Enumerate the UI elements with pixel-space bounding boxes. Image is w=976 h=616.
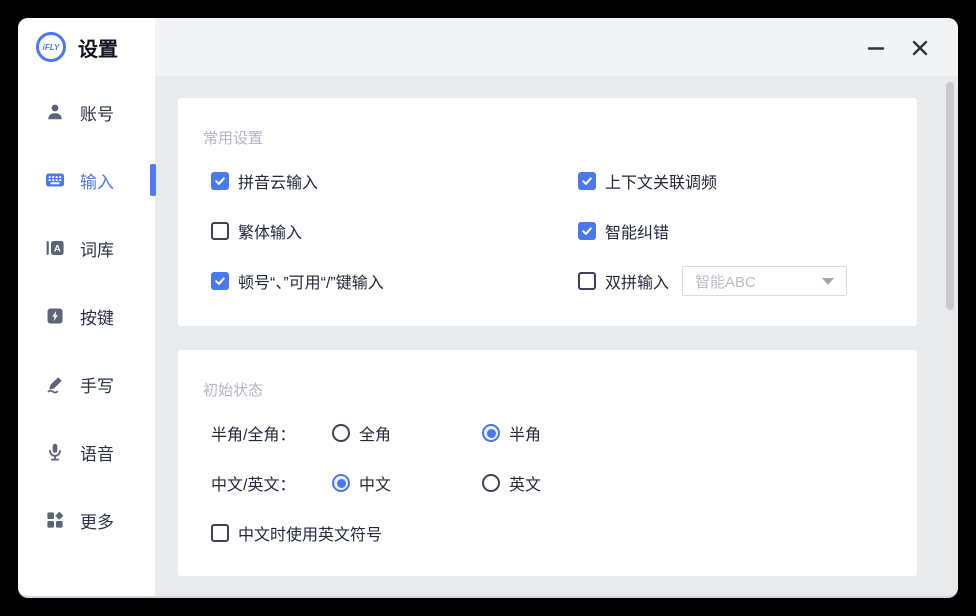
radio-unselected-icon: [332, 424, 350, 442]
radio-selected-icon: [332, 474, 350, 492]
shuangpin-scheme-dropdown[interactable]: 智能ABC: [682, 266, 847, 296]
checkbox-checked-icon: [578, 172, 596, 190]
sidebar: iFLY 设置 账号: [18, 18, 155, 596]
sidebar-item-label: 手写: [80, 372, 114, 397]
checkbox-pinyin-cloud[interactable]: 拼音云输入: [211, 169, 578, 193]
checkbox-checked-icon: [211, 272, 229, 290]
dictionary-icon: A: [44, 237, 66, 259]
radio-chinese[interactable]: 中文: [332, 471, 482, 495]
keyboard-icon: [44, 169, 66, 191]
hotkey-icon: [44, 305, 66, 327]
checkbox-label: 中文时使用英文符号: [238, 521, 382, 545]
dropdown-value: 智能ABC: [695, 271, 756, 292]
active-indicator: [150, 164, 156, 196]
radio-selected-icon: [482, 424, 500, 442]
checkbox-dunhao-slash-key[interactable]: 顿号“、”可用“/”键输入: [211, 269, 578, 293]
checkbox-smart-correction[interactable]: 智能纠错: [578, 219, 917, 243]
sidebar-item-keys[interactable]: 按键: [18, 282, 155, 350]
window-controls: [862, 34, 934, 62]
initial-state-card: 初始状态 半角/全角： 全角 半角 中文/英文： 中文: [178, 350, 917, 576]
radio-label: 中文: [359, 471, 391, 495]
sidebar-item-account[interactable]: 账号: [18, 78, 155, 146]
sidebar-item-label: 更多: [80, 508, 114, 533]
scrollbar-thumb[interactable]: [946, 82, 954, 310]
radio-unselected-icon: [482, 474, 500, 492]
sidebar-item-lexicon[interactable]: A 词库: [18, 214, 155, 282]
radio-halfwidth[interactable]: 半角: [482, 421, 917, 445]
chevron-down-icon: [822, 278, 834, 285]
checkbox-english-symbols-in-chinese[interactable]: 中文时使用英文符号: [211, 521, 382, 545]
settings-window: iFLY 设置 账号: [18, 18, 958, 598]
ifly-logo-icon: iFLY: [36, 32, 66, 62]
close-icon: [910, 38, 930, 58]
microphone-icon: [44, 441, 66, 463]
sidebar-item-handwriting[interactable]: 手写: [18, 350, 155, 418]
sidebar-item-label: 词库: [80, 236, 114, 261]
checkbox-context-tuning[interactable]: 上下文关联调频: [578, 169, 917, 193]
radio-label: 半角: [509, 421, 541, 445]
sidebar-item-label: 账号: [80, 100, 114, 125]
checkbox-checked-icon: [578, 222, 596, 240]
radio-fullwidth[interactable]: 全角: [332, 421, 482, 445]
checkbox-label: 双拼输入: [605, 269, 669, 293]
radio-group-label: 半角/全角：: [211, 421, 332, 445]
radio-english[interactable]: 英文: [482, 471, 917, 495]
svg-text:A: A: [54, 244, 61, 255]
checkbox-label: 繁体输入: [238, 219, 302, 243]
logo-text: iFLY: [43, 43, 60, 52]
sidebar-item-label: 按键: [80, 304, 114, 329]
checkbox-label: 顿号“、”可用“/”键输入: [238, 269, 384, 293]
sidebar-nav: 账号: [18, 78, 155, 554]
more-grid-icon: [44, 509, 66, 531]
close-button[interactable]: [906, 34, 934, 62]
checkbox-unchecked-icon: [211, 222, 229, 240]
checkbox-shuangpin-input[interactable]: 双拼输入: [578, 269, 669, 293]
minimize-button[interactable]: [862, 34, 890, 62]
minimize-icon: [866, 38, 886, 58]
checkbox-label: 上下文关联调频: [605, 169, 717, 193]
checkbox-label: 拼音云输入: [238, 169, 318, 193]
section-title: 常用设置: [178, 98, 917, 156]
checkbox-unchecked-icon: [578, 272, 596, 290]
common-settings-card: 常用设置 拼音云输入 上下文关联调频 繁体输入: [178, 98, 917, 326]
radio-label: 全角: [359, 421, 391, 445]
sidebar-item-voice[interactable]: 语音: [18, 418, 155, 486]
sidebar-item-input[interactable]: 输入: [18, 146, 155, 214]
sidebar-item-more[interactable]: 更多: [18, 486, 155, 554]
checkbox-unchecked-icon: [211, 524, 229, 542]
user-icon: [44, 101, 66, 123]
brand: iFLY 设置: [18, 18, 155, 62]
checkbox-traditional-input[interactable]: 繁体输入: [211, 219, 578, 243]
sidebar-item-label: 语音: [80, 440, 114, 465]
shuangpin-row: 双拼输入 智能ABC: [578, 266, 917, 296]
sidebar-item-label: 输入: [80, 168, 114, 193]
section-title: 初始状态: [178, 350, 917, 408]
handwriting-icon: [44, 373, 66, 395]
radio-group-label: 中文/英文：: [211, 471, 332, 495]
page-title: 设置: [78, 33, 118, 62]
checkbox-label: 智能纠错: [605, 219, 669, 243]
radio-label: 英文: [509, 471, 541, 495]
checkbox-checked-icon: [211, 172, 229, 190]
titlebar: [18, 18, 958, 76]
